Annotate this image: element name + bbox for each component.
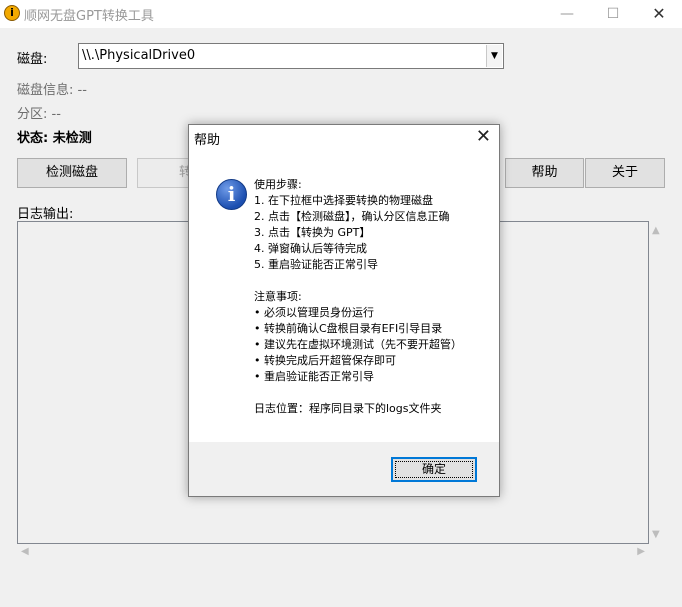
about-button[interactable]: 关于 <box>585 158 665 188</box>
help-line: 2. 点击【检测磁盘】，确认分区信息正确 <box>254 210 450 223</box>
title-bar: i 顺网无盘GPT转换工具 — ☐ ✕ <box>0 0 682 28</box>
maximize-button[interactable]: ☐ <box>590 0 636 28</box>
log-vertical-scrollbar[interactable]: ▲ ▼ <box>649 221 666 544</box>
ok-button[interactable]: 确定 <box>391 457 477 482</box>
scroll-down-icon[interactable]: ▼ <box>652 529 660 540</box>
help-button[interactable]: 帮助 <box>505 158 584 188</box>
disk-info-text: 磁盘信息: -- <box>17 83 87 98</box>
dialog-footer: 确定 <box>189 442 499 496</box>
minimize-button[interactable]: — <box>544 0 590 28</box>
help-line: • 转换前确认C盘根目录有EFI引导目录 <box>254 322 443 335</box>
disk-label: 磁盘: <box>17 52 48 67</box>
dialog-title: 帮助 <box>194 133 221 148</box>
help-line: 4. 弹窗确认后等待完成 <box>254 242 367 255</box>
disk-select[interactable]: \\.\PhysicalDrive0 ▼ <box>78 43 504 69</box>
help-line: • 建议先在虚拟环境测试（先不要开超管） <box>254 338 462 351</box>
close-button[interactable]: ✕ <box>636 0 682 28</box>
help-line <box>254 385 462 401</box>
help-dialog: 帮助 ✕ i 使用步骤: 1. 在下拉框中选择要转换的物理磁盘 2. 点击【检测… <box>188 124 500 497</box>
help-line: • 转换完成后开超管保存即可 <box>254 354 396 367</box>
scroll-right-icon[interactable]: ▶ <box>637 546 645 557</box>
scroll-left-icon[interactable]: ◀ <box>21 546 29 557</box>
dialog-close-icon[interactable]: ✕ <box>476 126 491 147</box>
window-title: 顺网无盘GPT转换工具 <box>24 9 154 24</box>
partition-text: 分区: -- <box>17 107 61 122</box>
help-line: • 必须以管理员身份运行 <box>254 306 374 319</box>
help-line: 日志位置：程序同目录下的logs文件夹 <box>254 402 442 415</box>
help-line: 3. 点击【转换为 GPT】 <box>254 226 371 239</box>
log-label: 日志输出: <box>17 207 74 222</box>
help-line: 1. 在下拉框中选择要转换的物理磁盘 <box>254 194 433 207</box>
help-line: 5. 重启验证能否正常引导 <box>254 258 378 271</box>
status-text: 状态: 未检测 <box>17 131 92 146</box>
info-icon: i <box>216 179 247 210</box>
help-message: 使用步骤: 1. 在下拉框中选择要转换的物理磁盘 2. 点击【检测磁盘】，确认分… <box>254 177 462 417</box>
help-line: 使用步骤: <box>254 178 302 191</box>
chevron-down-icon[interactable]: ▼ <box>486 45 502 67</box>
help-line: 注意事项: <box>254 290 302 303</box>
log-horizontal-scrollbar[interactable]: ◀ ▶ <box>17 544 649 561</box>
disk-select-value: \\.\PhysicalDrive0 <box>82 48 196 63</box>
help-line: • 重启验证能否正常引导 <box>254 370 374 383</box>
detect-disk-button[interactable]: 检测磁盘 <box>17 158 127 188</box>
scroll-up-icon[interactable]: ▲ <box>652 225 660 236</box>
help-line <box>254 273 462 289</box>
app-icon: i <box>4 5 20 21</box>
